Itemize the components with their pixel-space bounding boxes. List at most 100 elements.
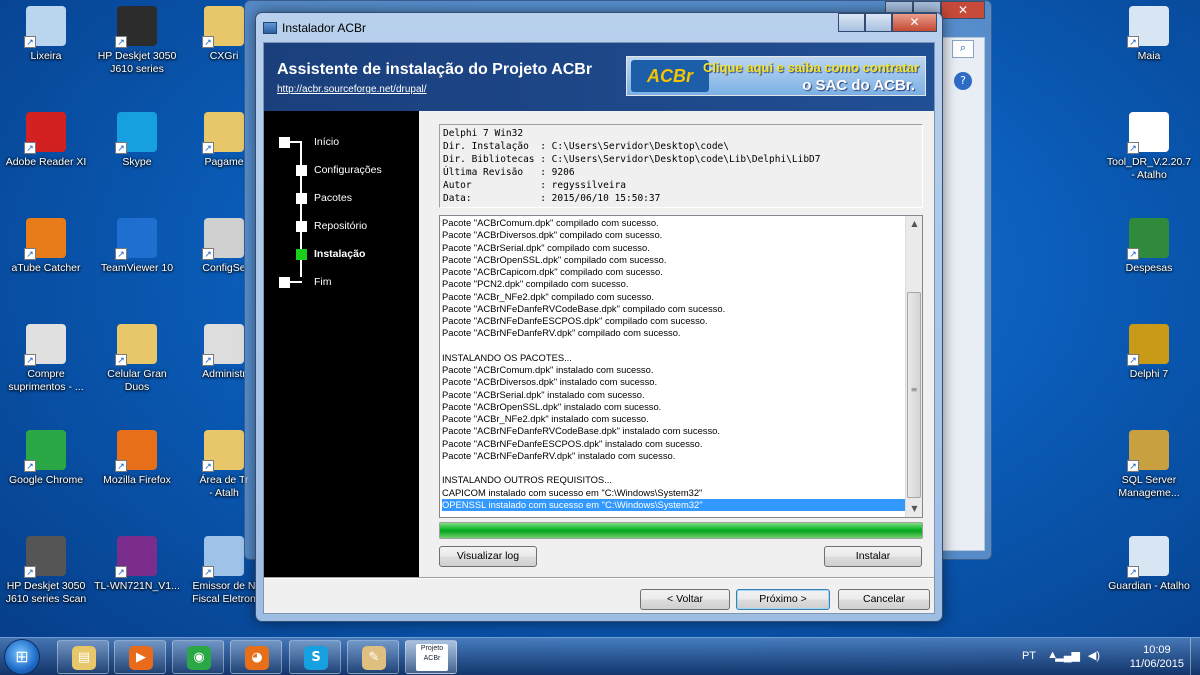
nfe-icon: ↗ [202,536,244,578]
shortcut-arrow-icon: ↗ [24,460,36,472]
printer-icon: ↗ [115,6,157,48]
scroll-up-arrow[interactable]: ▲ [906,216,922,232]
desktop-icon[interactable]: ↗ Adobe Reader XI [0,112,92,169]
pdf-icon: ↗ [24,112,66,154]
volume-icon[interactable]: ◀) [1088,649,1100,662]
cancel-button[interactable]: Cancelar [838,589,930,610]
folder-icon: ↗ [202,6,244,48]
taskbar-item-explorer[interactable]: ▤ [57,640,109,674]
close-button[interactable]: ✕ [892,13,937,32]
desktop-icon[interactable]: ↗ HP Deskjet 3050 J610 series [91,6,183,76]
document-icon: ↗ [202,218,244,260]
log-line: Pacote "ACBrSerial.dpk" compilado com su… [442,241,650,253]
acbr-taskbar-icon: Projeto ACBr [416,644,448,671]
desktop-icon[interactable]: ↗ Mozilla Firefox [91,430,183,487]
shortcut-arrow-icon: ↗ [202,460,214,472]
log-scrollbar[interactable]: ▲ ≡ ▼ [905,216,922,517]
title-bar[interactable]: Instalador ACBr ✕ [256,13,942,41]
log-line: OPENSSL instalado com sucesso em "C:\Win… [442,498,906,511]
desktop-icon[interactable]: ↗ TL-WN721N_V1... [91,536,183,593]
step-label: Início [314,136,340,148]
view-log-button[interactable]: Visualizar log [439,546,537,567]
step-label: Pacotes [314,192,352,204]
language-indicator[interactable]: PT [1022,650,1036,662]
start-button[interactable]: ⊞ [4,639,40,675]
sac-banner[interactable]: ACBr Clique aqui e saiba como contratar … [626,56,926,96]
desktop-icon[interactable]: ↗ Compre suprimentos - ... [0,324,92,394]
scroll-thumb[interactable]: ≡ [907,292,921,498]
back-button[interactable]: < Voltar [640,589,730,610]
teamviewer-icon: ↗ [115,218,157,260]
desktop-icon-label: Skype [122,156,152,168]
shortcut-arrow-icon: ↗ [115,354,127,366]
taskbar-item-skype[interactable]: S [289,640,341,674]
media-player-icon: ▶ [129,646,153,670]
hp-supplies-icon: ↗ [24,324,66,366]
taskbar-item-paint[interactable]: ✎ [347,640,399,674]
shortcut-arrow-icon: ↗ [1127,248,1139,260]
show-desktop-button[interactable] [1190,638,1200,675]
install-log[interactable]: Pacote "ACBrComum.dpk" compilado com suc… [439,215,923,518]
shortcut-arrow-icon: ↗ [24,142,36,154]
desktop-icon-label: Celular Gran Duos [107,368,167,393]
skype-icon: ↗ [115,112,157,154]
bg-close-button[interactable]: ✕ [941,1,985,19]
step-label: Fim [314,276,332,288]
taskbar-item-chrome[interactable]: ◉ [172,640,224,674]
desktop-icon[interactable]: ↗ Lixeira [0,6,92,63]
minimize-button[interactable] [838,13,865,32]
desktop-icon[interactable]: ↗ Maia [1103,6,1195,63]
desktop-icon[interactable]: ↗ SQL Server Manageme... [1103,430,1195,500]
taskbar-item-media[interactable]: ▶ [114,640,166,674]
desktop-icon-label: Adobe Reader XI [5,156,87,168]
log-line: INSTALANDO OUTROS REQUISITOS... [442,474,612,486]
search-icon[interactable]: ⌕ [952,40,974,58]
step-connector-line [290,281,302,283]
next-button[interactable]: Próximo > [736,589,830,610]
shortcut-arrow-icon: ↗ [202,566,214,578]
log-line: Pacote "ACBrOpenSSL.dpk" compilado com s… [442,253,667,265]
desktop-icon[interactable]: ↗ HP Deskjet 3050 J610 series Scan [0,536,92,606]
network-icon[interactable]: ▂▄▆ [1055,649,1080,662]
taskbar-item-firefox[interactable]: ◕ [230,640,282,674]
desktop-icon[interactable]: ↗ Skype [91,112,183,169]
log-line: Pacote "ACBrSerial.dpk" instalado com su… [442,388,645,400]
log-line: Pacote "ACBrNFeDanfeRV.dpk" instalado co… [442,449,676,461]
scroll-down-arrow[interactable]: ▼ [906,501,922,517]
step-marker-icon [279,137,290,148]
acbr-logo: ACBr [631,60,709,92]
shortcut-arrow-icon: ↗ [115,36,127,48]
log-line: Pacote "ACBr_NFe2.dpk" instalado com suc… [442,413,649,424]
desktop-icon[interactable]: ↗ Despesas [1103,218,1195,275]
desktop-icon[interactable]: ↗ Tool_DR_V.2.20.7 - Atalho [1103,112,1195,182]
project-link[interactable]: http://acbr.sourceforge.net/drupal/ [277,84,427,95]
desktop-icon[interactable]: ↗ aTube Catcher [0,218,92,275]
log-line: CAPICOM instalado com sucesso em "C:\Win… [442,486,703,498]
desktop-icon-label: aTube Catcher [11,262,81,274]
desktop-icon-label: Google Chrome [8,474,84,486]
help-icon[interactable]: ? [954,72,972,90]
desktop-icon[interactable]: ↗ Delphi 7 [1103,324,1195,381]
shortcut-app-icon: ↗ [1127,536,1169,578]
shortcut-arrow-icon: ↗ [202,142,214,154]
desktop-icon-label: Maia [1137,50,1161,62]
log-line: Pacote "PCN2.dpk" compilado com sucesso. [442,278,629,290]
clock[interactable]: 10:09 11/06/2015 [1130,643,1184,671]
window-title: Instalador ACBr [282,21,367,35]
atube-icon: ↗ [24,218,66,260]
desktop-icon[interactable]: ↗ TeamViewer 10 [91,218,183,275]
shortcut-arrow-icon: ↗ [1127,142,1139,154]
shortcut-arrow-icon: ↗ [24,36,36,48]
log-line: Pacote "ACBrDiversos.dpk" instalado com … [442,376,658,388]
desktop-icon[interactable]: ↗ Google Chrome [0,430,92,487]
maximize-button[interactable] [865,13,892,32]
desktop-icon-label: Guardian - Atalho [1108,580,1190,592]
install-button[interactable]: Instalar [824,546,922,567]
log-line: Pacote "ACBrDiversos.dpk" compilado com … [442,229,663,241]
desktop-icon[interactable]: ↗ Celular Gran Duos [91,324,183,394]
taskbar-item-acbr[interactable]: Projeto ACBr [405,640,457,674]
log-line: Pacote "ACBrNFeDanfeESCPOS.dpk" compilad… [442,315,708,326]
desktop-icon[interactable]: ↗ Guardian - Atalho [1103,536,1195,593]
shortcut-arrow-icon: ↗ [115,142,127,154]
delphi-icon: ↗ [1127,324,1169,366]
